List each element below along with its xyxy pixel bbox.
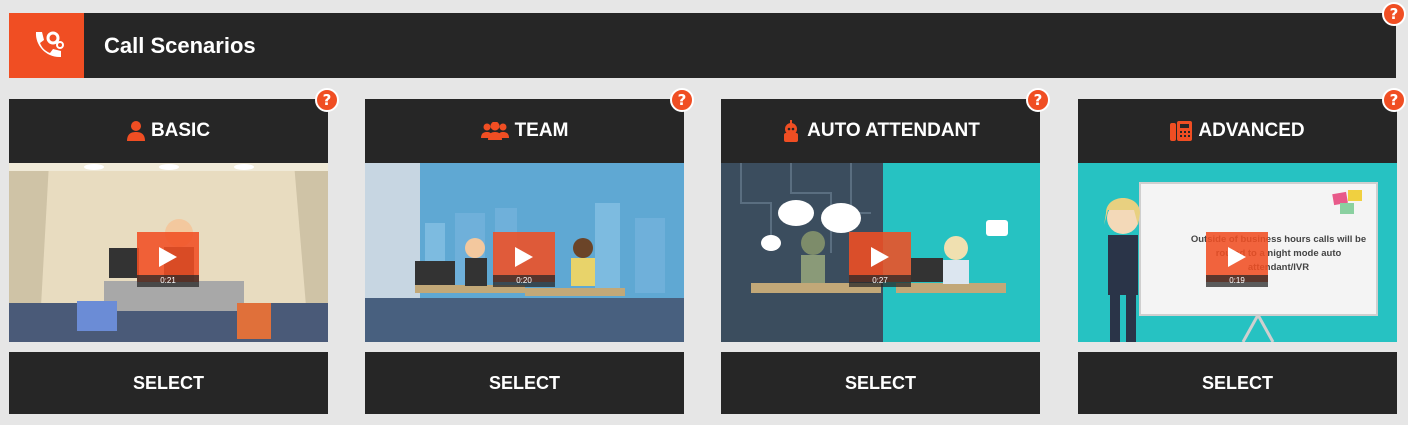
scenario-card-team: TEAM 0:20 SELECT xyxy=(365,99,684,414)
video-duration: 0:20 xyxy=(493,275,555,287)
video-thumbnail[interactable]: 0:27 xyxy=(721,163,1040,342)
play-icon xyxy=(515,247,533,267)
robot-icon xyxy=(781,120,801,142)
video-duration: 0:27 xyxy=(849,275,911,287)
play-icon xyxy=(159,247,177,267)
help-icon[interactable]: ? xyxy=(315,88,339,112)
play-icon xyxy=(1228,247,1246,267)
card-header: AUTO ATTENDANT xyxy=(721,99,1040,163)
select-button-auto-attendant[interactable]: SELECT xyxy=(721,352,1040,414)
help-icon[interactable]: ? xyxy=(670,88,694,112)
scenario-card-basic: BASIC 0:21 SELECT xyxy=(9,99,328,414)
play-icon xyxy=(871,247,889,267)
select-button-advanced[interactable]: SELECT xyxy=(1078,352,1397,414)
card-title: AUTO ATTENDANT xyxy=(807,120,980,141)
card-header: TEAM xyxy=(365,99,684,163)
card-header: ADVANCED xyxy=(1078,99,1397,163)
help-icon[interactable]: ? xyxy=(1382,88,1406,112)
card-header: BASIC xyxy=(9,99,328,163)
phone-gear-icon xyxy=(9,13,84,78)
video-thumbnail[interactable]: 0:20 xyxy=(365,163,684,342)
call-scenarios-header: Call Scenarios xyxy=(9,13,1396,78)
help-icon[interactable]: ? xyxy=(1026,88,1050,112)
users-icon xyxy=(480,122,509,140)
video-thumbnail[interactable]: Outside of business hours calls will be … xyxy=(1078,163,1397,342)
video-duration: 0:19 xyxy=(1206,275,1268,287)
video-duration: 0:21 xyxy=(137,275,199,287)
fax-phone-icon xyxy=(1170,121,1193,141)
user-icon xyxy=(126,121,145,141)
page-title: Call Scenarios xyxy=(104,32,256,58)
card-title: TEAM xyxy=(514,120,569,141)
help-icon[interactable]: ? xyxy=(1382,2,1406,26)
card-title: BASIC xyxy=(150,120,211,141)
scenario-card-advanced: ADVANCED Outside of business hours calls… xyxy=(1078,99,1397,414)
video-thumbnail[interactable]: 0:21 xyxy=(9,163,328,342)
scenario-card-auto-attendant: AUTO ATTENDANT 0:27 SELECT xyxy=(721,99,1040,414)
card-title: ADVANCED xyxy=(1198,120,1305,141)
select-button-team[interactable]: SELECT xyxy=(365,352,684,414)
select-button-basic[interactable]: SELECT xyxy=(9,352,328,414)
